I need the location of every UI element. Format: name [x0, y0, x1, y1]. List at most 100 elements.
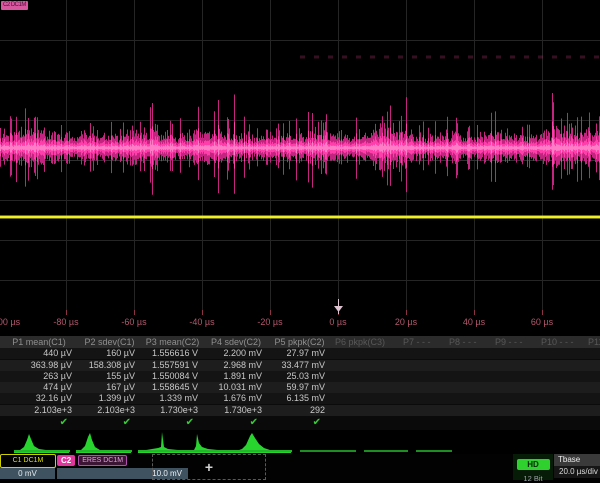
param-min: 25.03 mV [268, 371, 331, 382]
param-status-check: ✔ [204, 416, 268, 430]
c1-scale-value[interactable]: 0 mV [0, 468, 55, 479]
histicon-baseline [300, 450, 356, 452]
param-max: 1.558645 V [141, 382, 204, 393]
param-num-empty [584, 405, 600, 416]
c2-coupling-label: ERES DC1M [78, 455, 127, 466]
param-status-empty [445, 416, 491, 430]
c1-descriptor[interactable]: C1 DC1M [0, 454, 56, 468]
hd-bits-label: 12 Bit [513, 474, 553, 483]
time-tick-label: -40 µs [189, 317, 214, 327]
param-header[interactable]: P4 sdev(C2) [204, 336, 268, 348]
param-sdev-empty [445, 393, 491, 404]
time-tick-label: -100 µs [0, 317, 20, 327]
param-value-empty [584, 348, 600, 359]
param-min-empty [584, 371, 600, 382]
param-mean-empty [584, 360, 600, 371]
param-max-empty [399, 382, 445, 393]
time-tick-label: 40 µs [463, 317, 485, 327]
param-num: 1.730e+3 [141, 405, 204, 416]
param-header-empty[interactable]: P7 - - - [399, 336, 445, 348]
param-value: 2.200 mV [204, 348, 268, 359]
histicon-p2[interactable] [76, 431, 132, 453]
axis-tick [474, 310, 475, 315]
time-tick-label: -80 µs [53, 317, 78, 327]
histicon-p1[interactable] [14, 431, 70, 453]
histicon-p3[interactable] [138, 431, 194, 453]
param-max: 10.031 mV [204, 382, 268, 393]
param-mean-empty [445, 360, 491, 371]
axis-tick [270, 310, 271, 315]
axis-tick [406, 310, 407, 315]
param-min-empty [445, 371, 491, 382]
param-sdev-empty [491, 393, 537, 404]
param-status-check: ✔ [141, 416, 204, 430]
param-status-empty [584, 416, 600, 430]
param-mean-empty [491, 360, 537, 371]
param-value: 160 µV [78, 348, 141, 359]
add-trace-box[interactable]: + [152, 454, 266, 480]
param-sdev: 1.339 mV [141, 393, 204, 404]
time-tick-label: 0 µs [329, 317, 346, 327]
tbase-value: 20.0 µs/div [554, 466, 600, 478]
param-status-empty [399, 416, 445, 430]
param-num-empty [537, 405, 584, 416]
param-min: 263 µV [0, 371, 78, 382]
measurement-table: P1 mean(C1)P2 sdev(C1)P3 mean(C2)P4 sdev… [0, 336, 600, 430]
param-sdev-empty [537, 393, 584, 404]
param-max: 59.97 mV [268, 382, 331, 393]
histicon-p5[interactable] [236, 431, 292, 453]
param-value-empty [491, 348, 537, 359]
hd-badge: HD [517, 459, 550, 470]
time-axis: -100 µs -80 µs -60 µs -40 µs -20 µs 0 µs 20 µs… [0, 317, 600, 333]
param-num-empty [399, 405, 445, 416]
param-header-empty[interactable]: P9 - - - [491, 336, 537, 348]
bottom-bar: C1 DC1M 0 mV C2 ERES DC1M 10.0 mV + HD 1… [0, 454, 600, 480]
param-header-empty[interactable]: P6 pkpk(C3) [331, 336, 399, 348]
param-mean-empty [331, 360, 399, 371]
axis-tick [202, 310, 203, 315]
param-num-empty [331, 405, 399, 416]
param-mean: 363.98 µV [0, 360, 78, 371]
param-num-empty [445, 405, 491, 416]
param-max-empty [537, 382, 584, 393]
param-header[interactable]: P2 sdev(C1) [78, 336, 141, 348]
param-header[interactable]: P5 pkpk(C2) [268, 336, 331, 348]
tbase-descriptor[interactable]: Tbase 20.0 µs/div [554, 454, 600, 480]
time-tick-label: 20 µs [395, 317, 417, 327]
param-mean-empty [399, 360, 445, 371]
param-sdev: 1.676 mV [204, 393, 268, 404]
param-value: 1.556616 V [141, 348, 204, 359]
histicon-shape [138, 432, 193, 453]
param-value-empty [445, 348, 491, 359]
param-min-empty [399, 371, 445, 382]
param-mean: 158.308 µV [78, 360, 141, 371]
param-mean: 33.477 mV [268, 360, 331, 371]
param-status-check: ✔ [0, 416, 78, 430]
param-min-empty [491, 371, 537, 382]
param-max-empty [445, 382, 491, 393]
param-num-empty [491, 405, 537, 416]
time-tick-label: -20 µs [257, 317, 282, 327]
param-max-empty [331, 382, 399, 393]
param-num: 2.103e+3 [0, 405, 78, 416]
oscilloscope-screen: { "header": { "trace_badge": "C2 DC1M" }… [0, 0, 600, 480]
param-header-empty[interactable]: P10 - - - [537, 336, 584, 348]
param-mean: 1.557591 V [141, 360, 204, 371]
param-min: 1.891 mV [204, 371, 268, 382]
param-header[interactable]: P1 mean(C1) [0, 336, 78, 348]
param-header-empty[interactable]: P8 - - - [445, 336, 491, 348]
plus-icon: + [205, 460, 213, 474]
param-min-empty [331, 371, 399, 382]
param-mean-empty [537, 360, 584, 371]
c2-channel-badge[interactable]: C2 [57, 455, 75, 466]
histicon-baseline [364, 450, 408, 452]
param-max-empty [584, 382, 600, 393]
axis-tick [542, 310, 543, 315]
param-header-empty[interactable]: P11 [584, 336, 600, 348]
param-min: 1.550084 V [141, 371, 204, 382]
trigger-time-marker-arrow[interactable] [334, 306, 343, 312]
histicon-row [0, 430, 600, 454]
param-header[interactable]: P3 mean(C2) [141, 336, 204, 348]
waveform-plot[interactable] [0, 0, 600, 316]
time-tick-label: -60 µs [121, 317, 146, 327]
